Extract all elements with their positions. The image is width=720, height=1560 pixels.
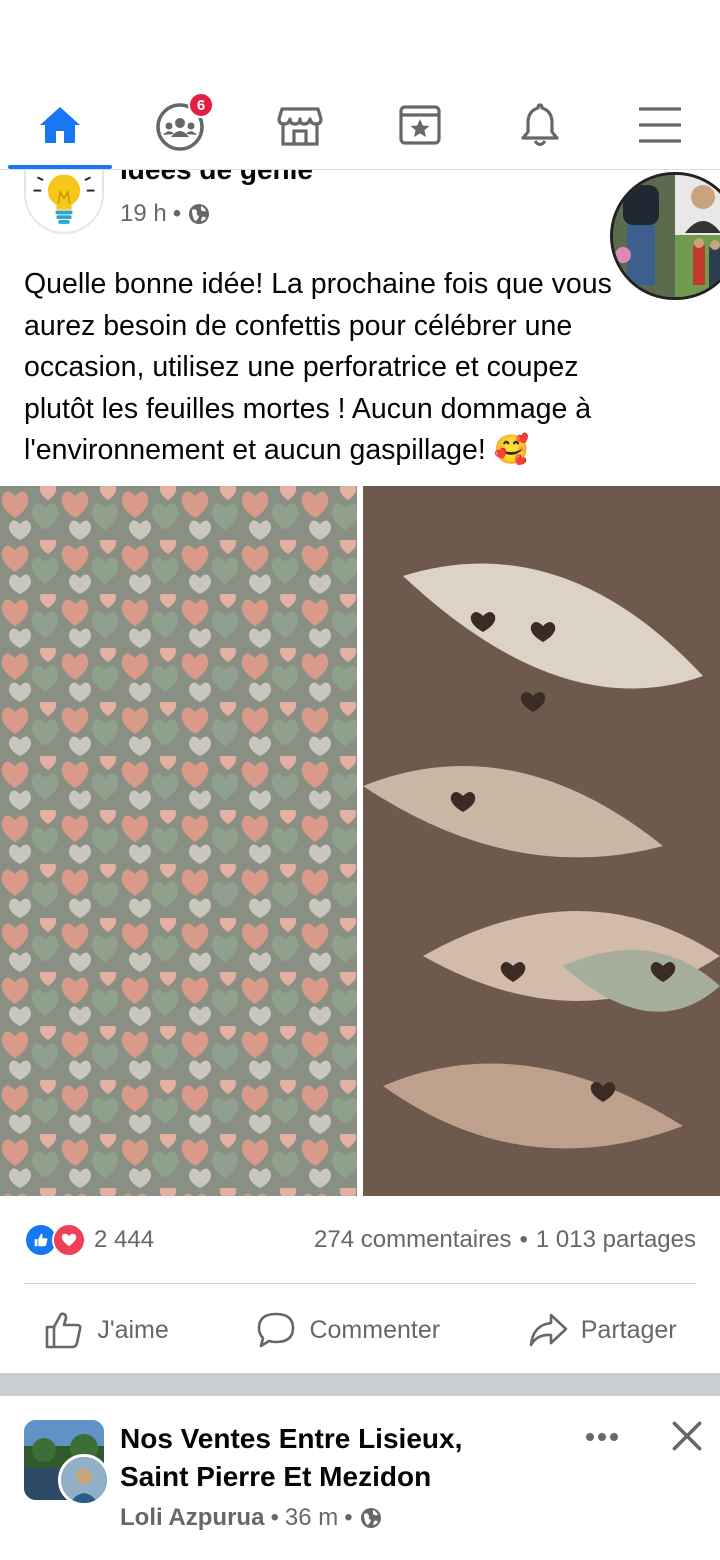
divider (24, 1283, 696, 1284)
share-button[interactable]: Partager (527, 1309, 677, 1351)
comment-button[interactable]: Commenter (255, 1309, 440, 1351)
page-name[interactable]: Idées de génie (120, 170, 313, 186)
feed-separator (0, 1373, 720, 1396)
tab-home[interactable] (0, 80, 120, 169)
meta-separator: • (344, 1504, 353, 1531)
post-stats: 2 444 274 commentaires • 1 013 partages (24, 1220, 696, 1260)
group-title[interactable]: Nos Ventes Entre Lisieux, Saint Pierre E… (120, 1420, 540, 1496)
page-avatar[interactable] (24, 170, 104, 234)
pages-icon (399, 104, 441, 145)
tab-menu[interactable] (600, 80, 720, 169)
user-avatar[interactable] (58, 1454, 110, 1506)
tab-notifications[interactable] (480, 80, 600, 169)
share-label: Partager (580, 1315, 677, 1344)
group-title-line: Nos Ventes Entre Lisieux, (120, 1423, 463, 1454)
status-bar-area (0, 0, 720, 80)
globe-icon (189, 204, 210, 224)
feed-post: Idées de génie 19 h • Quelle bon (0, 170, 720, 1373)
stats-separator: • (519, 1226, 528, 1253)
share-count[interactable]: 1 013 partages (536, 1226, 696, 1254)
comment-label: Commenter (309, 1315, 441, 1344)
lightbulb-icon (33, 174, 95, 224)
post-text-line: aurez besoin de confettis pour célébrer … (24, 309, 573, 342)
feed-post-2: Nos Ventes Entre Lisieux, Saint Pierre E… (0, 1396, 720, 1560)
post-text: Quelle bonne idée! La prochaine fois que… (24, 264, 704, 472)
hide-post-button[interactable] (664, 1416, 710, 1456)
love-reaction-icon (52, 1223, 86, 1257)
post-photos (0, 486, 720, 1196)
post-time: 19 h (120, 200, 167, 227)
top-navigation: 6 (0, 80, 720, 170)
leaves-photo (363, 486, 720, 1196)
post2-meta: Loli Azpurua • 36 m • (120, 1504, 383, 1532)
post-text-line: l'environnement et aucun gaspillage! 🥰 (24, 434, 530, 466)
user-photo (61, 1457, 107, 1503)
home-icon (40, 106, 80, 143)
post-text-line: occasion, utilisez une perforatrice et c… (24, 351, 579, 383)
meta-separator: • (270, 1504, 279, 1531)
comment-count[interactable]: 274 commentaires (314, 1226, 511, 1254)
confetti-photo (0, 486, 357, 1196)
like-button[interactable]: J'aime (43, 1309, 169, 1351)
post-text-line: Quelle bonne idée! La prochaine fois que… (24, 268, 612, 300)
more-options-button[interactable] (580, 1422, 624, 1452)
share-arrow-icon (529, 1313, 568, 1347)
reaction-count[interactable]: 2 444 (94, 1226, 154, 1254)
post-text-line: plutôt les feuilles mortes ! Aucun domma… (24, 392, 592, 425)
like-label: J'aime (97, 1315, 169, 1344)
globe-icon (360, 1508, 381, 1528)
post-time: 36 m (284, 1504, 339, 1531)
post-actions: J'aime Commenter Partager (0, 1292, 720, 1368)
author-name[interactable]: Loli Azpurua (120, 1504, 264, 1532)
meta-separator: • (172, 200, 182, 227)
post-photo-leaves[interactable] (363, 486, 720, 1196)
post-photo-confetti[interactable] (0, 486, 357, 1196)
more-dots-icon (586, 1433, 618, 1441)
notification-badge: 6 (188, 92, 214, 118)
tab-groups[interactable]: 6 (120, 80, 240, 169)
comment-icon (258, 1312, 295, 1348)
post-meta: 19 h • (120, 200, 211, 228)
menu-icon (639, 106, 681, 143)
close-icon (672, 1421, 702, 1451)
tab-pages[interactable] (360, 80, 480, 169)
thumbs-up-icon (46, 1312, 82, 1349)
tab-marketplace[interactable] (240, 80, 360, 169)
reaction-icons[interactable] (24, 1223, 86, 1257)
group-title-line: Saint Pierre Et Mezidon (120, 1461, 432, 1492)
notifications-icon (521, 102, 559, 146)
marketplace-icon (277, 106, 323, 146)
